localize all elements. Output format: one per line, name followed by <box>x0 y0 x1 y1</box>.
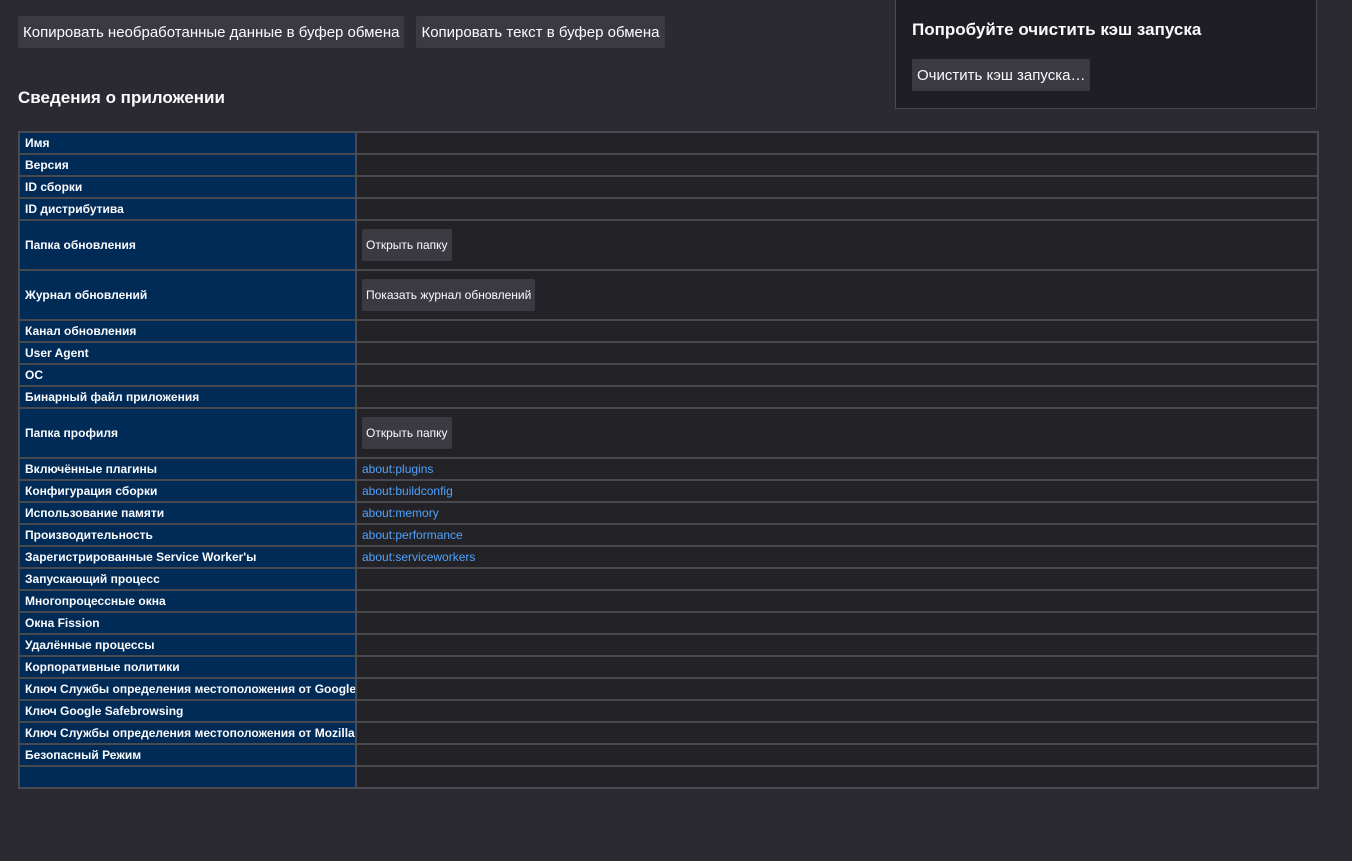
row-value: Открыть папку <box>355 407 1319 459</box>
row-key: Канал обновления <box>18 319 357 343</box>
row-key: Папка профиля <box>18 407 357 459</box>
row-value: about:performance <box>355 523 1319 547</box>
row-key: User Agent <box>18 341 357 365</box>
row-value <box>355 611 1319 635</box>
table-row: Папка обновления Открыть папку <box>18 219 1319 271</box>
copy-raw-data-button[interactable]: Копировать необработанные данные в буфер… <box>18 16 405 48</box>
table-row: Ключ Службы определения местоположения о… <box>18 677 1319 701</box>
row-value: Показать журнал обновлений <box>355 269 1319 321</box>
row-value: about:buildconfig <box>355 479 1319 503</box>
row-key: Версия <box>18 153 357 177</box>
table-row: Имя <box>18 131 1319 155</box>
row-action-button[interactable]: Показать журнал обновлений <box>362 279 536 311</box>
table-row: Корпоративные политики <box>18 655 1319 679</box>
table-row: Канал обновления <box>18 319 1319 343</box>
row-value <box>355 589 1319 613</box>
row-value <box>355 699 1319 723</box>
row-value <box>355 319 1319 343</box>
row-key: Имя <box>18 131 357 155</box>
row-value <box>355 175 1319 199</box>
row-value <box>355 633 1319 657</box>
row-value <box>355 341 1319 365</box>
table-row: Ключ Службы определения местоположения о… <box>18 721 1319 745</box>
row-key: Ключ Службы определения местоположения о… <box>18 721 357 745</box>
row-key <box>18 765 357 789</box>
table-row: Удалённые процессы <box>18 633 1319 657</box>
row-key: Включённые плагины <box>18 457 357 481</box>
troubleshooting-page: Копировать необработанные данные в буфер… <box>0 0 1352 861</box>
row-value <box>355 655 1319 679</box>
app-info-table-body: Имя Версия ID сборки ID дистрибутива Папка о… <box>18 131 1319 789</box>
row-key: Ключ Службы определения местоположения о… <box>18 677 357 701</box>
row-link[interactable]: about:buildconfig <box>362 484 453 498</box>
table-row <box>18 765 1319 789</box>
row-value <box>355 153 1319 177</box>
row-value <box>355 197 1319 221</box>
row-value: about:memory <box>355 501 1319 525</box>
row-link[interactable]: about:memory <box>362 506 439 520</box>
table-row: Зарегистрированные Service Worker'ы about… <box>18 545 1319 569</box>
row-key: Использование памяти <box>18 501 357 525</box>
table-row: Версия <box>18 153 1319 177</box>
table-row: Многопроцессные окна <box>18 589 1319 613</box>
row-value: Открыть папку <box>355 219 1319 271</box>
row-key: Удалённые процессы <box>18 633 357 657</box>
table-row: Безопасный Режим <box>18 743 1319 767</box>
row-key: Зарегистрированные Service Worker'ы <box>18 545 357 569</box>
table-row: Включённые плагины about:plugins <box>18 457 1319 481</box>
row-value: about:serviceworkers <box>355 545 1319 569</box>
row-key: Ключ Google Safebrowsing <box>18 699 357 723</box>
table-row: User Agent <box>18 341 1319 365</box>
row-key: Окна Fission <box>18 611 357 635</box>
row-key: Корпоративные политики <box>18 655 357 679</box>
row-value <box>355 743 1319 767</box>
row-value: about:plugins <box>355 457 1319 481</box>
table-row: Окна Fission <box>18 611 1319 635</box>
row-value <box>355 131 1319 155</box>
table-row: Бинарный файл приложения <box>18 385 1319 409</box>
table-row: ID дистрибутива <box>18 197 1319 221</box>
app-info-table: Имя Версия ID сборки ID дистрибутива Папка о… <box>18 131 1319 789</box>
table-row: Конфигурация сборки about:buildconfig <box>18 479 1319 503</box>
row-key: ID дистрибутива <box>18 197 357 221</box>
row-value <box>355 765 1319 789</box>
row-key: Многопроцессные окна <box>18 589 357 613</box>
row-link[interactable]: about:serviceworkers <box>362 550 475 564</box>
row-key: Конфигурация сборки <box>18 479 357 503</box>
table-row: Ключ Google Safebrowsing <box>18 699 1319 723</box>
app-info-title: Сведения о приложении <box>18 88 225 107</box>
row-key: Журнал обновлений <box>18 269 357 321</box>
row-value <box>355 385 1319 409</box>
row-value <box>355 677 1319 701</box>
table-row: Папка профиля Открыть папку <box>18 407 1319 459</box>
top-actions: Копировать необработанные данные в буфер… <box>18 16 665 48</box>
row-link[interactable]: about:performance <box>362 528 463 542</box>
row-key: Папка обновления <box>18 219 357 271</box>
table-row: Производительность about:performance <box>18 523 1319 547</box>
startup-cache-box: Попробуйте очистить кэш запуска Очистить… <box>895 0 1317 109</box>
table-row: Журнал обновлений Показать журнал обновле… <box>18 269 1319 321</box>
row-action-button[interactable]: Открыть папку <box>362 417 452 449</box>
row-link[interactable]: about:plugins <box>362 462 433 476</box>
row-value <box>355 567 1319 591</box>
row-action-button[interactable]: Открыть папку <box>362 229 452 261</box>
row-key: Запускающий процесс <box>18 567 357 591</box>
table-row: Запускающий процесс <box>18 567 1319 591</box>
row-key: ОС <box>18 363 357 387</box>
table-row: Использование памяти about:memory <box>18 501 1319 525</box>
row-value <box>355 721 1319 745</box>
clear-startup-cache-button[interactable]: Очистить кэш запуска… <box>912 59 1091 91</box>
row-key: ID сборки <box>18 175 357 199</box>
table-row: ОС <box>18 363 1319 387</box>
copy-text-button[interactable]: Копировать текст в буфер обмена <box>416 16 665 48</box>
row-value <box>355 363 1319 387</box>
row-key: Бинарный файл приложения <box>18 385 357 409</box>
row-key: Безопасный Режим <box>18 743 357 767</box>
startup-cache-title: Попробуйте очистить кэш запуска <box>912 20 1202 39</box>
row-key: Производительность <box>18 523 357 547</box>
table-row: ID сборки <box>18 175 1319 199</box>
